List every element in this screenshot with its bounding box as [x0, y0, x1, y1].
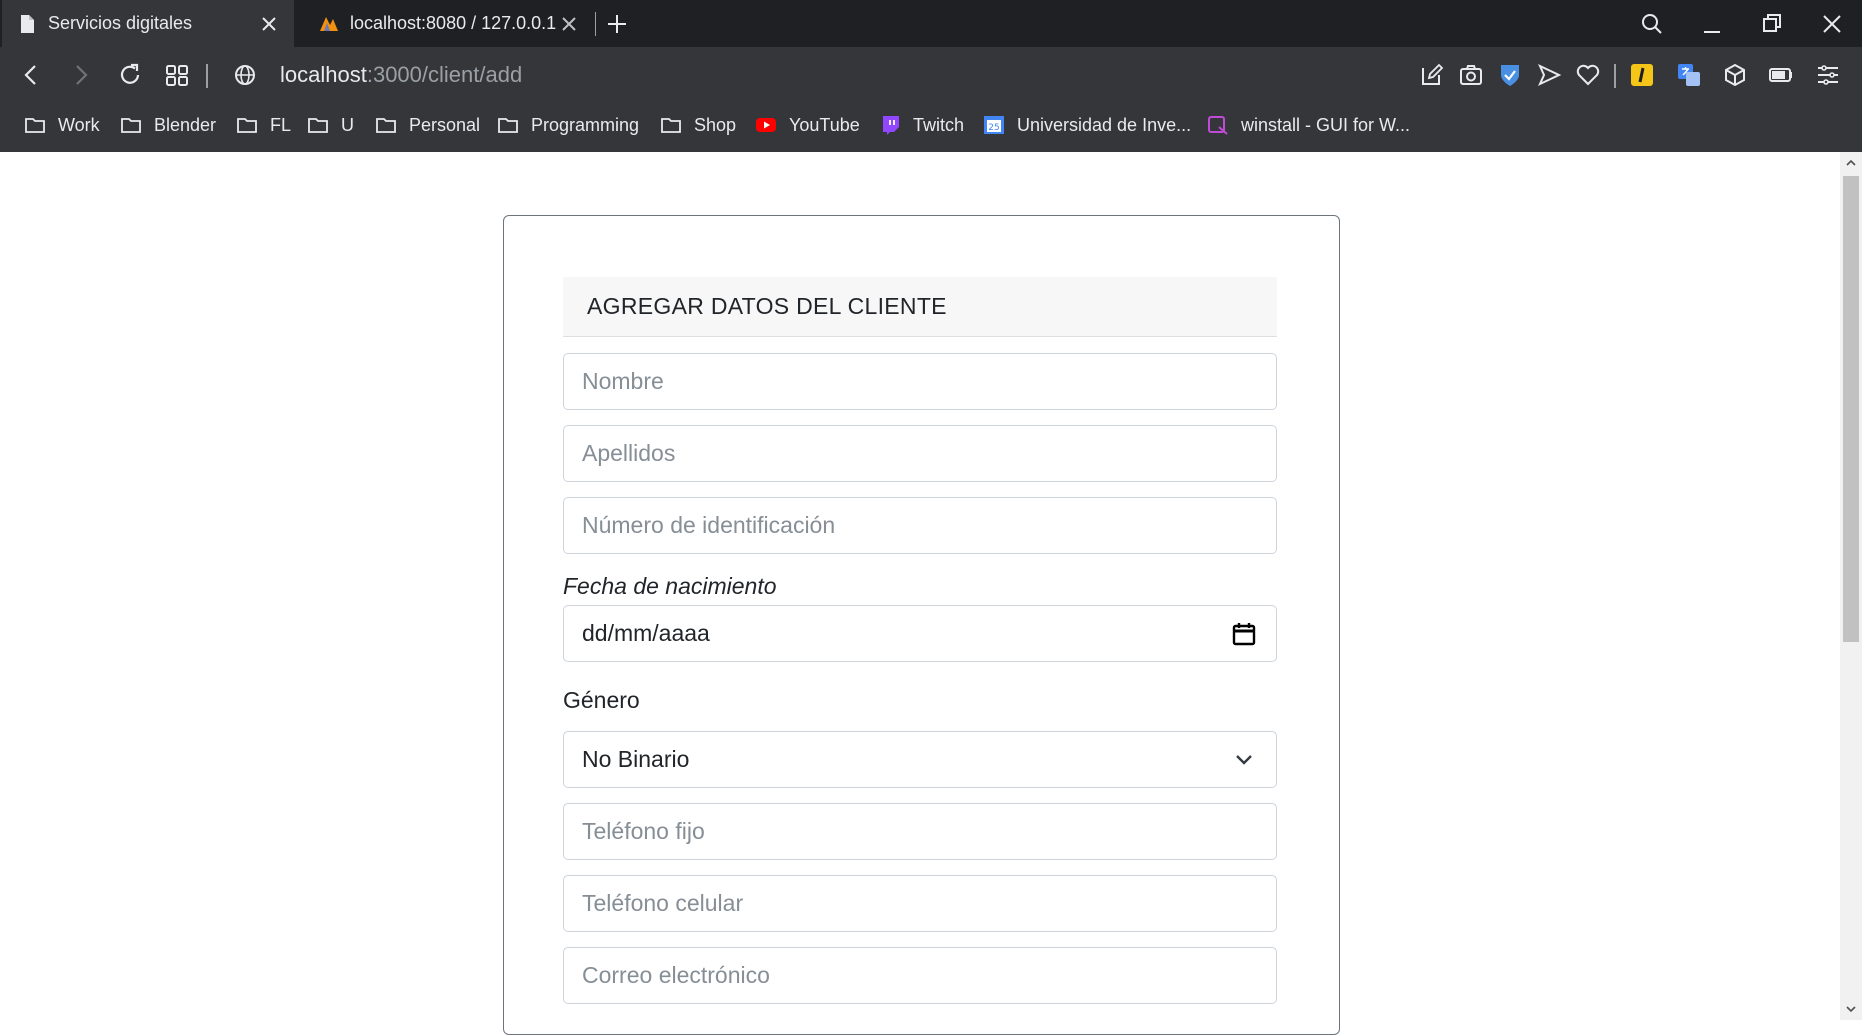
bookmark-u[interactable]: U	[307, 112, 354, 138]
globe-icon[interactable]	[231, 61, 259, 89]
folder-icon	[25, 118, 45, 133]
tab-title: localhost:8080 / 127.0.0.1 /	[350, 13, 558, 33]
minimize-icon[interactable]	[1698, 10, 1726, 38]
bookmark-winstall[interactable]: winstall - GUI for W...	[1207, 112, 1410, 138]
address-bar[interactable]: localhost:3000/client/add	[280, 62, 522, 88]
tab-phpmyadmin[interactable]: localhost:8080 / 127.0.0.1 /	[304, 0, 594, 47]
telefono-fijo-input[interactable]	[563, 803, 1277, 860]
chevron-down-icon	[1236, 754, 1252, 765]
tab-separator	[595, 12, 596, 36]
tab-strip: Servicios digitales localhost:8080 / 127…	[0, 0, 1862, 47]
window-close-icon[interactable]	[1818, 10, 1846, 38]
back-icon[interactable]	[18, 61, 46, 89]
folder-icon	[498, 118, 518, 133]
close-icon[interactable]	[558, 13, 580, 35]
camera-icon[interactable]	[1458, 62, 1484, 88]
cube-icon[interactable]	[1722, 62, 1748, 88]
folder-icon	[237, 118, 257, 133]
send-icon[interactable]	[1536, 62, 1562, 88]
bookmark-work[interactable]: Work	[24, 112, 100, 138]
fecha-value: dd/mm/aaaa	[582, 620, 710, 646]
restore-icon[interactable]	[1758, 10, 1786, 38]
bookmark-fl[interactable]: FL	[236, 112, 291, 138]
bookmark-twitch[interactable]: Twitch	[879, 112, 964, 138]
bookmark-label: winstall - GUI for W...	[1241, 114, 1411, 135]
apellidos-input[interactable]	[563, 425, 1277, 482]
tab-servicios-digitales[interactable]: Servicios digitales	[2, 0, 294, 47]
genero-selected-value: No Binario	[582, 746, 690, 772]
bookmark-shop[interactable]: Shop	[660, 112, 736, 138]
calendar-picker-icon[interactable]	[1230, 620, 1258, 648]
bookmark-label: Twitch	[913, 114, 965, 135]
bookmark-label: FL	[270, 114, 292, 135]
bookmark-label: Programming	[531, 114, 640, 135]
edit-page-icon[interactable]	[1419, 62, 1445, 88]
folder-icon	[121, 118, 141, 133]
bookmark-label: Blender	[154, 114, 217, 135]
speed-dial-grid-icon[interactable]	[163, 61, 191, 89]
scroll-down-arrow-icon[interactable]	[1845, 1003, 1857, 1015]
bookmark-universidad[interactable]: 25 Universidad de Inve...	[983, 112, 1191, 138]
forward-icon[interactable]	[66, 61, 94, 89]
fecha-nacimiento-input[interactable]: dd/mm/aaaa	[563, 605, 1277, 662]
telefono-celular-input[interactable]	[563, 875, 1277, 932]
extension-yellow-i-icon[interactable]	[1629, 62, 1655, 88]
url-path: :3000/client/add	[366, 62, 523, 87]
bookmark-youtube[interactable]: YouTube	[755, 112, 860, 138]
bookmark-label: YouTube	[789, 114, 860, 135]
scrollbar-thumb[interactable]	[1843, 176, 1859, 642]
bookmark-programming[interactable]: Programming	[497, 112, 639, 138]
bookmark-label: Shop	[694, 114, 737, 135]
youtube-icon	[756, 118, 776, 132]
identificacion-input[interactable]	[563, 497, 1277, 554]
url-host: localhost	[280, 62, 367, 87]
scroll-up-arrow-icon[interactable]	[1845, 157, 1857, 169]
bookmark-label: Personal	[409, 114, 481, 135]
battery-icon[interactable]	[1768, 62, 1794, 88]
correo-input[interactable]	[563, 947, 1277, 1004]
new-tab-plus-icon[interactable]	[604, 11, 630, 37]
folder-icon	[308, 118, 328, 133]
fecha-label: Fecha de nacimiento	[563, 573, 777, 599]
document-icon	[21, 14, 34, 33]
calendar-icon: 25	[984, 116, 1004, 134]
translate-icon[interactable]	[1676, 62, 1702, 88]
genero-select[interactable]: No Binario	[563, 731, 1277, 788]
folder-icon	[661, 118, 681, 133]
toolbar-divider	[206, 64, 208, 88]
bookmark-blender[interactable]: Blender	[120, 112, 216, 138]
phpmyadmin-icon	[320, 16, 338, 31]
folder-icon	[376, 118, 396, 133]
bookmark-label: U	[341, 114, 354, 135]
tab-title: Servicios digitales	[48, 13, 193, 33]
winstall-icon	[1208, 116, 1228, 135]
bookmark-label: Universidad de Inve...	[1017, 114, 1192, 135]
menu-settings-icon[interactable]	[1815, 62, 1841, 88]
bookmark-personal[interactable]: Personal	[375, 112, 480, 138]
page-scrollbar[interactable]	[1840, 152, 1862, 1020]
toolbar-divider	[1614, 64, 1616, 88]
genero-label: Género	[563, 687, 640, 713]
bitwarden-shield-icon[interactable]	[1497, 62, 1523, 88]
heart-icon[interactable]	[1575, 62, 1601, 88]
bookmark-label: Work	[58, 114, 100, 135]
reload-icon[interactable]	[116, 61, 144, 89]
browser-chrome: Servicios digitales localhost:8080 / 127…	[0, 0, 1862, 152]
nombre-input[interactable]	[563, 353, 1277, 410]
twitch-icon	[883, 116, 899, 135]
close-icon[interactable]	[258, 13, 280, 35]
search-tabs-icon[interactable]	[1638, 10, 1666, 38]
form-header: AGREGAR DATOS DEL CLIENTE	[563, 277, 1277, 337]
svg-text:25: 25	[988, 123, 999, 133]
